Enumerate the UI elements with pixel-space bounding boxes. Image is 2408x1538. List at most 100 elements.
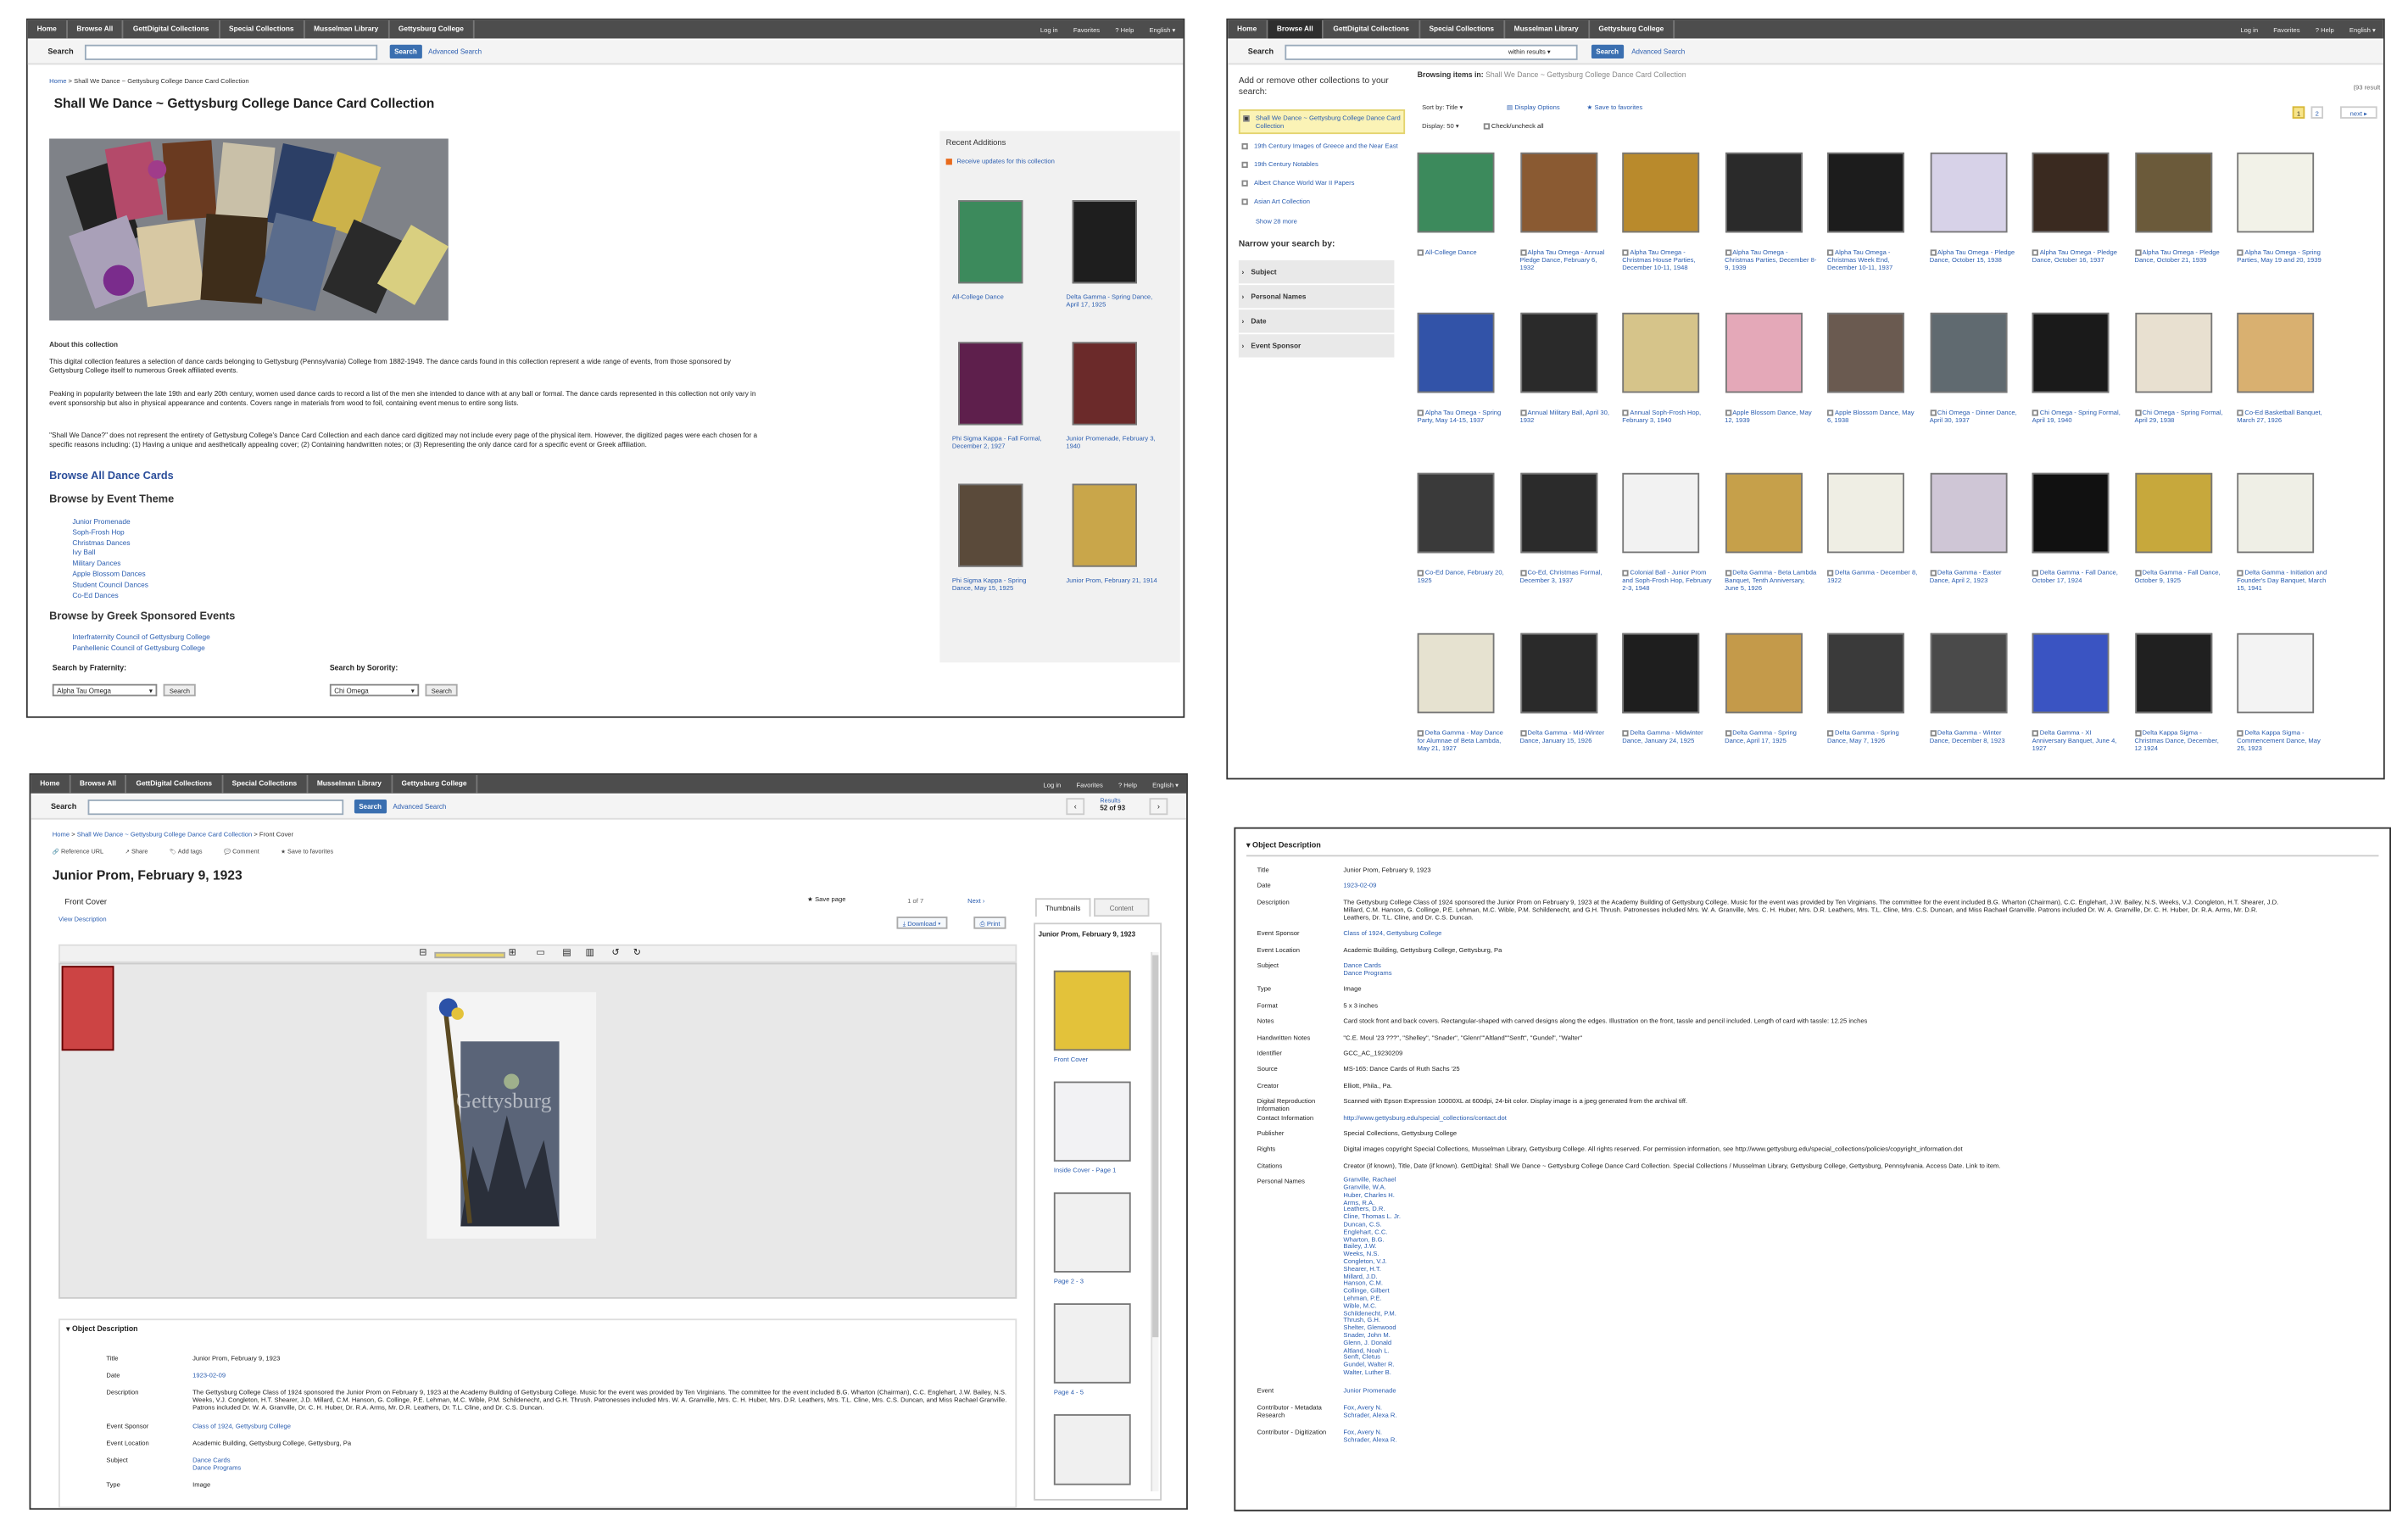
nav-utility-link[interactable]: Favorites xyxy=(2266,25,2307,33)
page-thumbnail-label[interactable]: Page 4 - 5 xyxy=(1054,1388,1140,1396)
result-checkbox[interactable] xyxy=(1929,249,1937,256)
nav-utility-link[interactable]: English ▾ xyxy=(1145,780,1186,788)
personal-name-link[interactable]: Altland, Noah L. xyxy=(1343,1346,2175,1355)
personal-name-link[interactable]: Granville, W.A. xyxy=(1343,1184,2175,1192)
result-caption[interactable]: Delta Gamma - Spring Dance, April 17, 19… xyxy=(1725,728,1817,744)
personal-name-link[interactable]: Gundel, Walter R. xyxy=(1343,1361,2175,1369)
result-thumbnail[interactable] xyxy=(2032,632,2110,714)
nav-utility-link[interactable]: English ▾ xyxy=(2342,25,2383,33)
result-checkbox[interactable] xyxy=(2237,730,2244,737)
result-caption[interactable]: Delta Gamma - XI Anniversary Banquet, Ju… xyxy=(2032,728,2125,752)
personal-name-link[interactable]: Cline, Thomas L. Jr. xyxy=(1343,1213,2175,1222)
personal-name-link[interactable]: Shearer, H.T. xyxy=(1343,1265,2175,1273)
nav-utility-link[interactable]: Favorites xyxy=(1066,25,1107,33)
result-thumbnail[interactable] xyxy=(2032,312,2110,393)
result-caption[interactable]: Chi Omega - Dinner Dance, April 30, 1937 xyxy=(1929,409,2022,424)
sort-control[interactable]: Sort by: Title ▾ xyxy=(1422,103,1463,111)
print-button[interactable]: ⎙ Print xyxy=(973,917,1006,929)
greek-council-link[interactable]: Interfraternity Council of Gettysburg Co… xyxy=(72,633,209,644)
result-checkbox[interactable] xyxy=(1519,570,1526,577)
result-checkbox[interactable] xyxy=(1725,249,1731,256)
result-thumbnail[interactable] xyxy=(2237,152,2315,233)
display-count[interactable]: Display: 50 ▾ xyxy=(1422,122,1459,130)
object-description-heading[interactable]: ▾ Object Description xyxy=(1246,841,1321,850)
result-thumbnail[interactable] xyxy=(1417,632,1495,714)
page-thumbnail-label[interactable]: Page 2 - 3 xyxy=(1054,1277,1140,1284)
recent-item-caption[interactable]: Phi Sigma Kappa - Fall Formal, December … xyxy=(952,434,1045,449)
nav-tab-0[interactable]: Home xyxy=(28,20,68,39)
next-page[interactable]: next ▸ xyxy=(2340,106,2377,119)
result-checkbox[interactable] xyxy=(1826,249,1834,256)
result-checkbox[interactable] xyxy=(1826,570,1834,577)
result-caption[interactable]: Alpha Tau Omega - Pledge Dance, October … xyxy=(1929,248,2022,264)
search-input[interactable] xyxy=(84,44,378,60)
collection-checkbox[interactable] xyxy=(1243,115,1250,122)
result-caption[interactable]: Chi Omega - Spring Formal, April 19, 194… xyxy=(2032,409,2125,424)
result-checkbox[interactable] xyxy=(2237,410,2244,416)
result-checkbox[interactable] xyxy=(1417,249,1424,256)
personal-name-link[interactable]: Weeks, N.S. xyxy=(1343,1250,2175,1259)
nav-tab-0[interactable]: Home xyxy=(1228,20,1268,39)
nav-tab-5[interactable]: Gettysburg College xyxy=(389,20,475,39)
result-caption[interactable]: Delta Gamma - December 8, 1922 xyxy=(1826,568,1920,584)
result-caption[interactable]: Annual Military Ball, April 30, 1932 xyxy=(1519,409,1612,424)
result-thumbnail[interactable] xyxy=(2134,312,2212,393)
result-thumbnail[interactable] xyxy=(1519,632,1597,714)
metadata-value[interactable]: 1923-02-09 xyxy=(1343,882,2283,889)
nav-tab-2[interactable]: GettDigital Collections xyxy=(127,774,223,794)
result-caption[interactable]: Annual Soph-Frosh Hop, February 3, 1940 xyxy=(1622,409,1714,424)
result-checkbox[interactable] xyxy=(1622,249,1629,256)
nav-tab-4[interactable]: Musselman Library xyxy=(304,20,389,39)
fraternity-search-button[interactable]: Search xyxy=(163,683,197,697)
toolbar-share-button[interactable]: ↗ Share xyxy=(125,847,148,862)
metadata-value[interactable]: http://www.gettysburg.edu/special_collec… xyxy=(1343,1113,2283,1121)
advanced-search-link[interactable]: Advanced Search xyxy=(428,47,482,55)
personal-name-link[interactable]: Arms, R.A. xyxy=(1343,1198,2175,1207)
result-caption[interactable]: Co-Ed Basketball Banquet, March 27, 1926 xyxy=(2237,409,2329,424)
result-caption[interactable]: Delta Gamma - Fall Dance, October 17, 19… xyxy=(2032,568,2125,584)
page-thumbnail-label[interactable]: Front Cover xyxy=(1054,1056,1140,1063)
result-thumbnail[interactable] xyxy=(1826,152,1904,233)
toolbar-star-button[interactable]: ★ Save to favorites xyxy=(281,847,333,862)
nav-utility-link[interactable]: ? Help xyxy=(1111,780,1145,788)
result-caption[interactable]: Alpha Tau Omega - Christmas House Partie… xyxy=(1622,248,1714,271)
recent-item-thumbnail[interactable] xyxy=(958,200,1023,284)
result-caption[interactable]: Alpha Tau Omega - Spring Party, May 14-1… xyxy=(1417,409,1510,424)
result-caption[interactable]: Delta Gamma - Initiation and Founder's D… xyxy=(2237,568,2329,592)
search-button[interactable]: Search xyxy=(1591,44,1624,59)
result-checkbox[interactable] xyxy=(2237,570,2244,577)
page-thumbnail[interactable] xyxy=(1053,970,1131,1051)
result-thumbnail[interactable] xyxy=(1826,312,1904,393)
result-checkbox[interactable] xyxy=(2134,730,2141,737)
collection-option[interactable]: Albert Chance World War II Papers xyxy=(1239,176,1405,189)
metadata-value[interactable]: 1923-02-09 xyxy=(192,1371,1024,1379)
result-caption[interactable]: Alpha Tau Omega - Annual Pledge Dance, F… xyxy=(1519,248,1612,271)
result-checkbox[interactable] xyxy=(1519,730,1526,737)
nav-tab-5[interactable]: Gettysburg College xyxy=(1589,20,1675,39)
recent-item-thumbnail[interactable] xyxy=(958,342,1023,426)
save-favorites[interactable]: ★ Save to favorites xyxy=(1587,103,1643,111)
result-checkbox[interactable] xyxy=(1929,730,1937,737)
result-thumbnail[interactable] xyxy=(1519,312,1597,393)
nav-tab-1[interactable]: Browse All xyxy=(70,774,127,794)
toolbar-tag-button[interactable]: 🏷 Add tags xyxy=(170,847,203,862)
nav-tab-1[interactable]: Browse All xyxy=(68,20,124,39)
metadata-value[interactable]: Fox, Avery N. Schrader, Alexa R. xyxy=(1343,1428,2175,1443)
zoom-slider[interactable] xyxy=(434,951,505,959)
event-theme-link[interactable]: Christmas Dances xyxy=(72,538,148,549)
nav-utility-link[interactable]: Favorites xyxy=(1068,780,1110,788)
result-checkbox[interactable] xyxy=(1622,410,1629,416)
nav-tab-4[interactable]: Musselman Library xyxy=(308,774,393,794)
result-thumbnail[interactable] xyxy=(1725,472,1802,554)
next-result-button[interactable]: › xyxy=(1149,798,1168,816)
object-description-heading[interactable]: ▾ Object Description xyxy=(66,1326,137,1334)
result-thumbnail[interactable] xyxy=(1622,472,1700,554)
nav-tab-4[interactable]: Musselman Library xyxy=(1505,20,1590,39)
result-caption[interactable]: Alpha Tau Omega - Pledge Dance, October … xyxy=(2134,248,2227,264)
result-checkbox[interactable] xyxy=(1929,410,1937,416)
personal-name-link[interactable]: Wharton, B.G. xyxy=(1343,1235,2175,1244)
page-1[interactable]: 1 xyxy=(2292,106,2305,119)
recent-item-thumbnail[interactable] xyxy=(1072,342,1137,426)
personal-name-link[interactable]: Senft, Cletus xyxy=(1343,1353,2175,1362)
collection-checkbox[interactable] xyxy=(1241,180,1248,187)
